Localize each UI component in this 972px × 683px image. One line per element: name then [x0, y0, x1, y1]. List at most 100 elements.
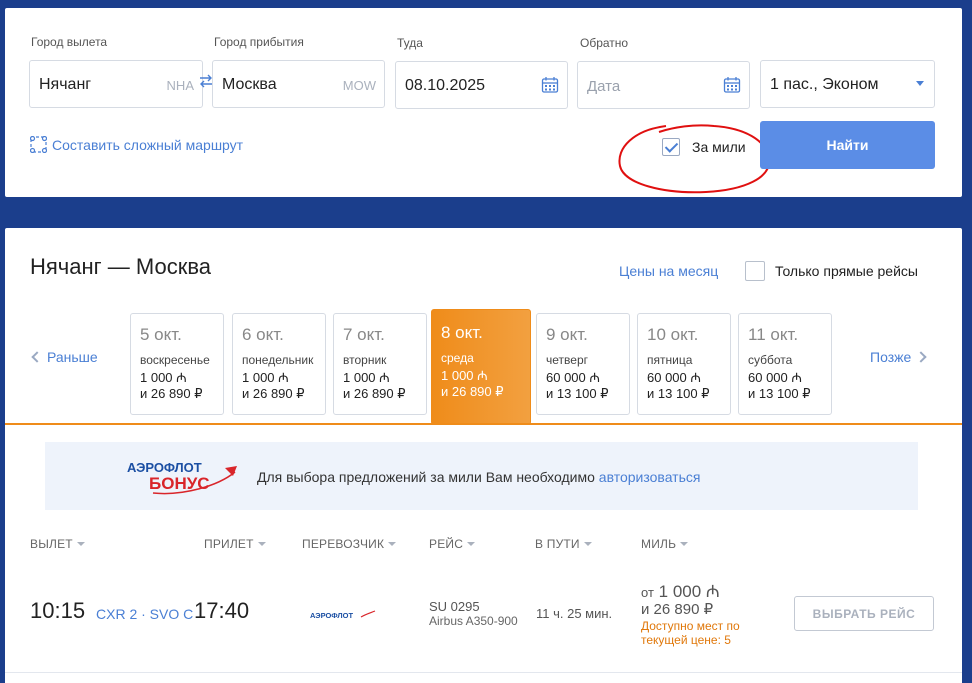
complex-route-label: Составить сложный маршрут [52, 136, 244, 153]
logo-top-text: АЭРОФЛОТ [127, 460, 202, 475]
date-card[interactable]: 5 окт. воскресенье 1 000 ₼ и 26 890 ₽ [130, 313, 224, 415]
col-flight[interactable]: РЕЙС [429, 537, 476, 551]
col-miles-label: МИЛЬ [641, 537, 677, 551]
checkbox-checked-icon[interactable] [662, 138, 680, 156]
departure-time: 10:15 [30, 598, 86, 623]
date-card-date: 6 окт. [242, 325, 284, 344]
date-card-weekday: вторник [343, 353, 387, 367]
date-card[interactable]: 6 окт. понедельник 1 000 ₼ и 26 890 ₽ [232, 313, 326, 415]
select-flight-button[interactable]: ВЫБРАТЬ РЕЙС [794, 596, 934, 631]
miles-checkbox-label: За мили [692, 139, 746, 155]
col-departure-label: ВЫЛЕТ [30, 537, 73, 551]
from-city-value: Нячанг [39, 76, 92, 93]
calendar-icon[interactable] [723, 76, 741, 94]
date-card-money: и 13 100 ₽ [748, 386, 811, 401]
chevron-left-icon [31, 351, 43, 363]
carrier-logo-text: АЭРОФЛОТ [310, 611, 354, 620]
date-card-date: 11 окт. [748, 325, 799, 344]
date-card-miles: 60 000 ₼ [748, 370, 802, 385]
date-card[interactable]: 11 окт. суббота 60 000 ₼ и 13 100 ₽ [738, 313, 832, 415]
sort-caret-icon [467, 542, 476, 546]
arrival-time: 17:40 [194, 598, 250, 623]
month-prices-link[interactable]: Цены на месяц [619, 263, 718, 279]
date-card-active[interactable]: 8 окт. среда 1 000 ₼ и 26 890 ₽ [431, 309, 531, 425]
return-date-placeholder: Дата [587, 78, 621, 95]
sort-caret-icon [388, 542, 397, 546]
aeroflot-logo: АЭРОФЛОТ [310, 610, 376, 620]
route-title: Нячанг — Москва [30, 254, 212, 279]
aircraft-type: Airbus A350-900 [429, 614, 518, 628]
banner-message: Для выбора предложений за мили Вам необх… [257, 469, 599, 485]
date-card-money: и 26 890 ₽ [140, 386, 203, 401]
date-card[interactable]: 10 окт. пятница 60 000 ₼ и 13 100 ₽ [637, 313, 731, 415]
miles-prefix: от [641, 585, 654, 600]
results-panel: Нячанг — Москва Цены на месяц Только пря… [5, 228, 962, 683]
complex-route-link[interactable]: Составить сложный маршрут [30, 136, 243, 153]
money-price: и 26 890 ₽ [641, 601, 714, 618]
col-departure[interactable]: ВЫЛЕТ [30, 537, 85, 551]
date-card-weekday: понедельник [242, 353, 314, 367]
date-card[interactable]: 9 окт. четверг 60 000 ₼ и 13 100 ₽ [536, 313, 630, 415]
find-button[interactable]: Найти [760, 121, 935, 169]
search-panel: Город вылета Нячанг NHA Город прибытия М… [5, 8, 962, 197]
direct-only-label: Только прямые рейсы [775, 263, 918, 279]
from-city-field[interactable]: Нячанг NHA [29, 60, 203, 108]
date-card-miles: 1 000 ₼ [242, 370, 289, 385]
date-card-weekday: суббота [748, 353, 793, 367]
later-label: Позже [870, 349, 912, 365]
logo-bottom-text: БОНУС [149, 474, 210, 493]
sort-caret-icon [76, 542, 85, 546]
date-card-miles: 1 000 ₼ [343, 370, 390, 385]
depart-date-value: 08.10.2025 [405, 77, 486, 94]
return-label: Обратно [580, 36, 629, 50]
authorize-link[interactable]: авторизоваться [599, 469, 701, 485]
to-city-field[interactable]: Москва MOW [212, 60, 385, 108]
date-card-money: и 26 890 ₽ [343, 386, 406, 401]
date-card-date: 10 окт. [647, 325, 699, 344]
chevron-down-icon [916, 81, 924, 86]
date-card-miles: 1 000 ₼ [140, 370, 187, 385]
to-city-code: MOW [342, 78, 376, 93]
sort-caret-icon [583, 542, 592, 546]
from-label: Город вылета [31, 35, 108, 49]
later-button[interactable]: Позже [870, 349, 927, 365]
aeroflot-bonus-logo: АЭРОФЛОТ БОНУС [127, 460, 237, 495]
sort-caret-icon [257, 542, 266, 546]
col-miles[interactable]: МИЛЬ [641, 537, 689, 551]
divider [5, 423, 962, 425]
checkbox-icon[interactable] [745, 261, 765, 281]
to-label: Город прибытия [214, 35, 304, 49]
banner-text: Для выбора предложений за мили Вам необх… [257, 469, 700, 485]
date-card[interactable]: 7 окт. вторник 1 000 ₼ и 26 890 ₽ [333, 313, 427, 415]
return-date-field[interactable]: Дата [577, 61, 750, 109]
col-carrier-label: ПЕРЕВОЗЧИК [302, 537, 385, 551]
date-card-money: и 13 100 ₽ [647, 386, 710, 401]
date-card-weekday: пятница [647, 353, 693, 367]
direct-only-checkbox[interactable]: Только прямые рейсы [745, 261, 918, 281]
availability-note: Доступно мест по текущей цене: 5 [641, 619, 740, 647]
miles-checkbox[interactable]: За мили [662, 138, 746, 156]
col-duration[interactable]: В ПУТИ [535, 537, 592, 551]
date-card-miles: 60 000 ₼ [546, 370, 600, 385]
passengers-select[interactable]: 1 пас., Эконом [760, 60, 935, 108]
calendar-icon[interactable] [541, 76, 559, 94]
miles-auth-banner: АЭРОФЛОТ БОНУС Для выбора предложений за… [45, 442, 918, 510]
earlier-button[interactable]: Раньше [31, 349, 98, 365]
date-card-money: и 26 890 ₽ [242, 386, 305, 401]
date-card-miles: 1 000 ₼ [441, 368, 488, 383]
depart-date-field[interactable]: 08.10.2025 [395, 61, 568, 109]
red-circle-annotation [618, 124, 771, 194]
route-icon [30, 136, 47, 153]
airports[interactable]: CXR 2 · SVO C [96, 606, 193, 622]
sort-caret-icon [680, 542, 689, 546]
col-carrier[interactable]: ПЕРЕВОЗЧИК [302, 537, 397, 551]
col-arrival[interactable]: ПРИЛЕТ [204, 537, 266, 551]
chevron-right-icon [915, 351, 927, 363]
date-card-weekday: среда [441, 351, 474, 365]
from-city-code: NHA [166, 78, 194, 93]
date-card-weekday: четверг [546, 353, 588, 367]
miles-price: от 1 000 ₼ [641, 579, 720, 602]
divider [5, 672, 962, 673]
col-duration-label: В ПУТИ [535, 537, 580, 551]
date-card-money: и 26 890 ₽ [441, 384, 504, 399]
